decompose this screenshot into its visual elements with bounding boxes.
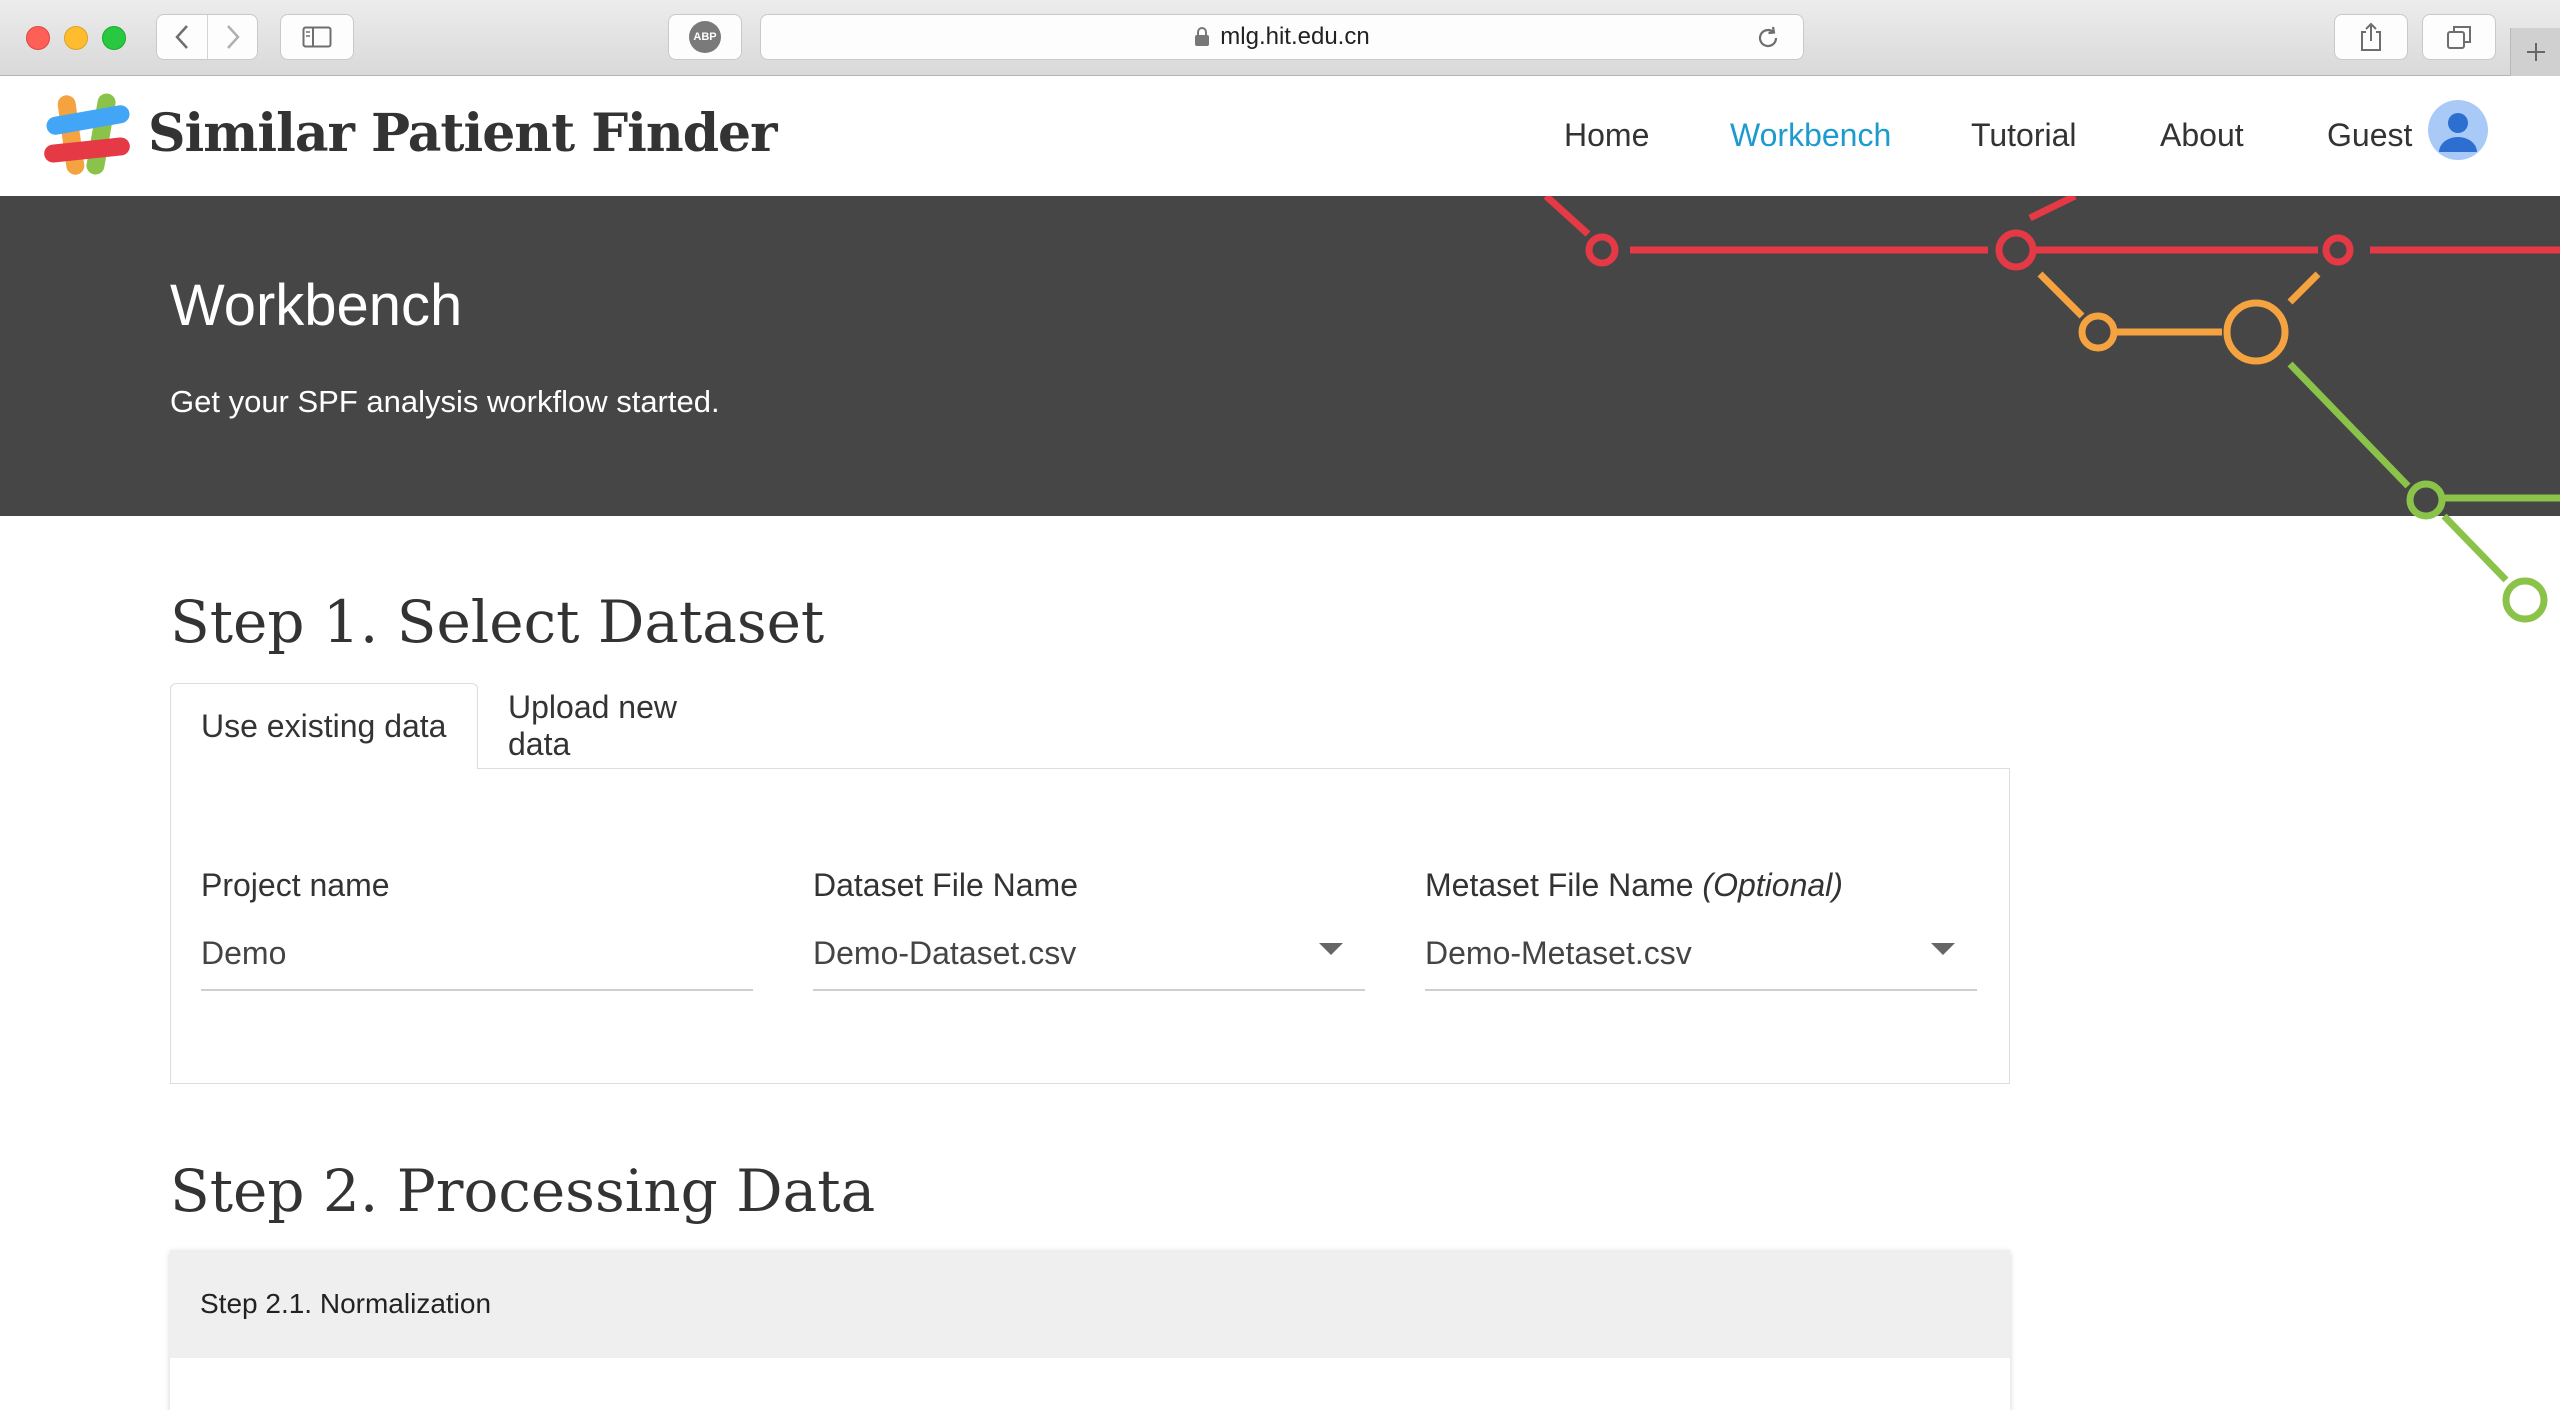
browser-toolbar: ABP mlg.hit.edu.cn [0, 0, 2560, 76]
step1-heading: Step 1. Select Dataset [170, 588, 825, 656]
project-name-underline [201, 989, 753, 991]
plus-icon [2526, 43, 2545, 61]
normalization-card: Step 2.1. Normalization [170, 1250, 2010, 1410]
nav-workbench[interactable]: Workbench [1730, 117, 1891, 154]
chevron-left-icon [175, 25, 188, 49]
tab-upload-new-data[interactable]: Upload new data [478, 683, 778, 769]
chevron-right-icon [226, 25, 240, 49]
share-icon [2361, 22, 2381, 51]
new-tab-button[interactable] [2510, 28, 2560, 76]
site-navbar: Similar Patient Finder Home Workbench Tu… [0, 77, 2560, 196]
normalization-card-header[interactable]: Step 2.1. Normalization [170, 1250, 2010, 1358]
step2-heading: Step 2. Processing Data [170, 1157, 876, 1225]
metaset-file-underline [1425, 989, 1977, 991]
user-avatar-icon[interactable] [2428, 100, 2488, 160]
dataset-file-underline [813, 989, 1365, 991]
reload-icon[interactable] [1755, 25, 1781, 58]
metaset-dropdown-caret-icon[interactable] [1931, 943, 1955, 955]
logo-icon [44, 93, 130, 175]
forward-button[interactable] [207, 15, 257, 59]
lock-icon [1194, 27, 1210, 47]
adblock-button[interactable]: ABP [668, 14, 742, 60]
close-window-button[interactable] [26, 26, 50, 50]
metaset-file-label: Metaset File Name (Optional) [1425, 867, 1843, 904]
show-tabs-button[interactable] [2422, 14, 2496, 60]
url-text: mlg.hit.edu.cn [1220, 23, 1370, 50]
tab-use-existing-data[interactable]: Use existing data [170, 683, 478, 769]
back-button[interactable] [157, 15, 207, 59]
share-button[interactable] [2334, 14, 2408, 60]
metaset-label-text: Metaset File Name [1425, 867, 1694, 903]
project-name-label: Project name [201, 867, 390, 903]
adblock-icon: ABP [689, 21, 721, 53]
dataset-file-label: Dataset File Name [813, 867, 1078, 903]
minimize-window-button[interactable] [64, 26, 88, 50]
dataset-dropdown-caret-icon[interactable] [1319, 943, 1343, 955]
nav-tutorial[interactable]: Tutorial [1971, 117, 2077, 154]
sidebar-icon [302, 26, 332, 48]
metaset-optional-text: (Optional) [1702, 867, 1843, 903]
zoom-window-button[interactable] [102, 26, 126, 50]
tabs-overview-icon [2447, 26, 2471, 49]
nav-home[interactable]: Home [1564, 117, 1649, 154]
nav-about[interactable]: About [2160, 117, 2244, 154]
sidebar-toggle-button[interactable] [280, 14, 354, 60]
metaset-file-select[interactable]: Demo-Metaset.csv [1425, 935, 1692, 972]
dataset-panel: Project name Demo Dataset File Name Demo… [170, 768, 2010, 1084]
brand-title[interactable]: Similar Patient Finder [148, 103, 778, 164]
dataset-file-select[interactable]: Demo-Dataset.csv [813, 935, 1076, 972]
address-bar[interactable]: mlg.hit.edu.cn [760, 14, 1804, 60]
project-name-input[interactable]: Demo [201, 935, 286, 972]
nav-guest[interactable]: Guest [2327, 117, 2412, 154]
history-nav [156, 14, 258, 60]
